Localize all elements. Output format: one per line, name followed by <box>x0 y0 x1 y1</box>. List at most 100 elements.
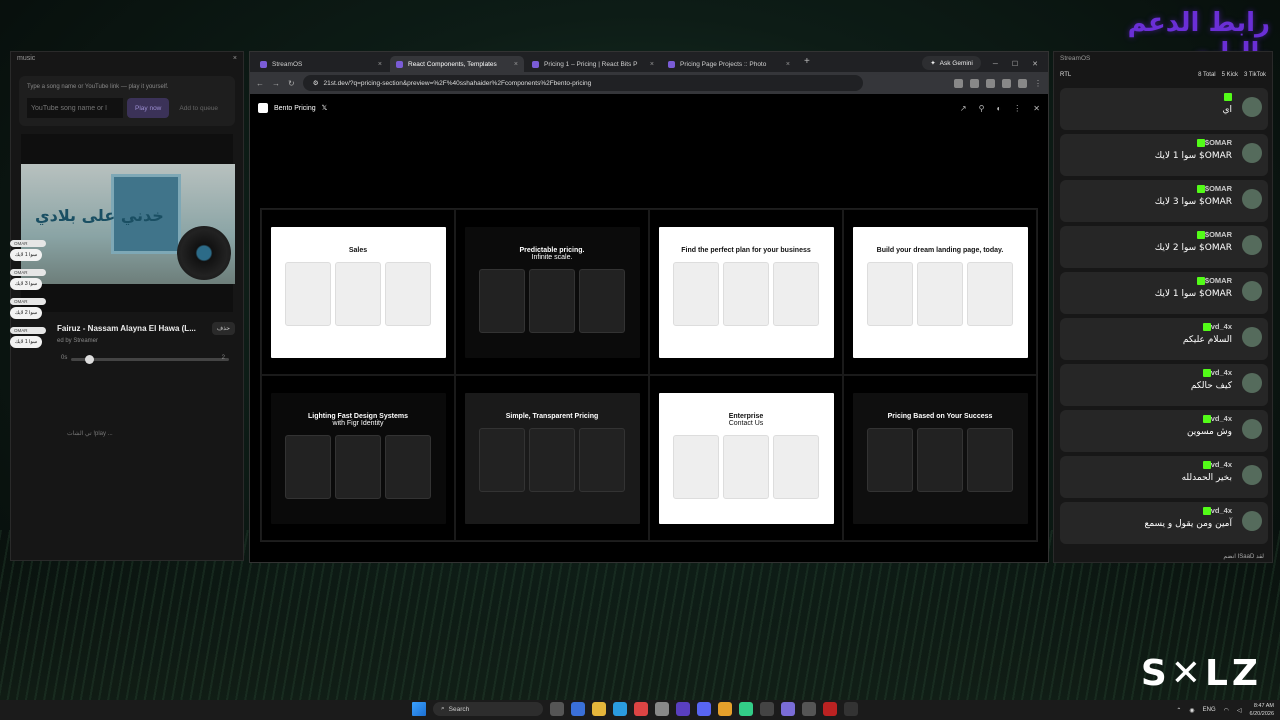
close-icon[interactable]: × <box>514 61 518 68</box>
favicon-icon <box>396 60 403 68</box>
taskbar-search[interactable]: ⌕ Search <box>433 702 543 716</box>
taskbar-app-icon[interactable] <box>802 702 816 716</box>
open-external-icon[interactable]: ↗ <box>960 104 967 113</box>
bento-cell[interactable]: Sales <box>261 209 455 375</box>
taskbar-app-icon[interactable] <box>550 702 564 716</box>
tab-pricing-react-bits[interactable]: Pricing 1 – Pricing | React Bits P × <box>526 56 660 72</box>
chat-username: OMAR$ <box>1066 184 1232 194</box>
chevron-up-icon[interactable]: ⌃ <box>1176 707 1181 714</box>
close-icon[interactable]: ✕ <box>1033 104 1040 113</box>
pricing-thumbnail[interactable]: Lighting Fast Design Systems with Figr Id… <box>270 392 446 524</box>
pricing-thumbnail[interactable]: Sales <box>270 226 446 358</box>
taskbar-app-icon[interactable] <box>823 702 837 716</box>
close-icon[interactable]: × <box>378 61 382 68</box>
pricing-thumbnail-title: Build your dream landing page, today. <box>876 246 1004 254</box>
taskbar-app-icon[interactable] <box>676 702 690 716</box>
bento-cell[interactable]: Enterprise Contact Us <box>649 375 843 541</box>
bento-cell[interactable]: Build your dream landing page, today. <box>843 209 1037 375</box>
pricing-thumbnail[interactable]: Simple, Transparent Pricing <box>464 392 640 524</box>
theme-toggle-icon[interactable]: ◐ <box>996 104 1001 113</box>
search-icon: ⌕ <box>441 705 445 712</box>
overlay-chat-text: سوا 2 لايك <box>10 307 43 319</box>
play-now-button[interactable]: Play now <box>127 98 170 118</box>
extension-icon[interactable] <box>970 78 979 88</box>
tab-bar: StreamOS × React Components, Templates ×… <box>250 52 1048 72</box>
pricing-plan-card <box>917 261 963 326</box>
wifi-icon[interactable]: ◠ <box>1224 707 1229 714</box>
bento-cell[interactable]: Lighting Fast Design Systems with Figr Id… <box>261 375 455 541</box>
track-progress-slider[interactable] <box>71 355 229 364</box>
taskbar-app-icon[interactable] <box>718 702 732 716</box>
taskbar-app-icon[interactable] <box>844 702 858 716</box>
bento-cell[interactable]: Simple, Transparent Pricing <box>455 375 649 541</box>
chrome-icon[interactable] <box>634 702 648 716</box>
chat-message: vd_4x وش مسوين <box>1060 410 1268 452</box>
close-window-icon[interactable]: ✕ <box>1032 60 1038 68</box>
forward-icon[interactable]: → <box>272 79 280 88</box>
chat-text: السلام عليكم <box>1182 335 1232 346</box>
music-panel-title: music <box>17 55 36 62</box>
menu-icon[interactable]: ⋮ <box>1034 79 1042 88</box>
add-to-queue-button[interactable]: Add to queue <box>173 98 224 118</box>
language-indicator[interactable]: ENG <box>1203 707 1216 713</box>
new-tab-button[interactable]: + <box>798 56 816 72</box>
song-search-input[interactable] <box>27 98 123 118</box>
pricing-thumbnail[interactable]: Find the perfect plan for your business <box>658 226 834 358</box>
x-icon[interactable]: 𝕏 <box>322 104 328 112</box>
more-icon[interactable]: ⋮ <box>1013 104 1021 113</box>
minimize-icon[interactable]: ─ <box>993 61 998 68</box>
pricing-plan-card <box>579 268 625 333</box>
maximize-icon[interactable]: ☐ <box>1012 60 1018 68</box>
tab-pricing-projects[interactable]: Pricing Page Projects :: Photo × <box>662 56 796 72</box>
pricing-plan-card <box>967 261 1013 326</box>
chat-message-list: اي OMAR$ OMAR$ سوا 1 لايك OMAR$ OMAR$ سوا 3 … <box>1060 88 1268 546</box>
extension-icon[interactable] <box>954 78 963 88</box>
reload-icon[interactable]: ↻ <box>288 79 295 88</box>
clock[interactable]: 8:47 AM 6/20/2026 <box>1250 702 1274 718</box>
edge-icon[interactable] <box>613 702 627 716</box>
extension-icon[interactable] <box>986 78 995 88</box>
profile-avatar[interactable] <box>1018 78 1027 88</box>
pricing-thumbnail-subtitle: with Figr Identity <box>332 419 384 427</box>
site-logo-icon[interactable] <box>258 103 268 113</box>
avatar <box>1242 235 1262 255</box>
tab-react-components[interactable]: React Components, Templates × <box>390 56 524 72</box>
kick-icon <box>1224 93 1232 102</box>
pricing-thumbnail[interactable]: Enterprise Contact Us <box>658 392 834 524</box>
taskbar-app-icon[interactable] <box>760 702 774 716</box>
taskbar-app-icon[interactable] <box>781 702 795 716</box>
delete-track-button[interactable]: حذف <box>211 322 235 335</box>
chat-username: OMAR$ <box>1066 276 1232 286</box>
close-icon[interactable]: × <box>650 61 654 68</box>
bento-cell[interactable]: Pricing Based on Your Success <box>843 375 1037 541</box>
url-input[interactable]: ⚙ 21st.dev/?q=pricing-section&preview=%2… <box>302 75 863 91</box>
volume-icon[interactable]: ◁ <box>1237 707 1242 714</box>
progress-knob[interactable] <box>85 355 94 364</box>
pricing-plan-card <box>285 434 331 499</box>
pricing-thumbnail[interactable]: Build your dream landing page, today. <box>852 226 1028 358</box>
taskbar-app-icon[interactable] <box>739 702 753 716</box>
bento-cell[interactable]: Find the perfect plan for your business <box>649 209 843 375</box>
chat-stats: RTL 8 Total 5 Kick 3 TikTok <box>1054 68 1272 82</box>
tab-streamos[interactable]: StreamOS × <box>254 56 388 72</box>
link-icon[interactable]: ⚲ <box>979 104 985 113</box>
close-icon[interactable]: × <box>786 61 790 68</box>
ask-gemini-button[interactable]: ✦ Ask Gemini <box>922 56 981 70</box>
windows-start-icon[interactable] <box>412 702 426 716</box>
avatar <box>1242 373 1262 393</box>
extension-icon[interactable] <box>1002 78 1011 88</box>
close-icon[interactable]: × <box>233 55 237 65</box>
discord-icon[interactable] <box>697 702 711 716</box>
pricing-thumbnail[interactable]: Pricing Based on Your Success <box>852 392 1028 524</box>
rtl-toggle[interactable]: RTL <box>1060 72 1071 78</box>
file-explorer-icon[interactable] <box>592 702 606 716</box>
overlay-chat-item: OMAR سوا 2 لايك <box>10 298 90 327</box>
back-icon[interactable]: ← <box>256 79 264 88</box>
github-icon[interactable] <box>655 702 669 716</box>
site-info-icon[interactable]: ⚙ <box>313 79 319 87</box>
pricing-thumbnail[interactable]: Predictable pricing. Infinite scale. <box>464 226 640 358</box>
bento-cell[interactable]: Predictable pricing. Infinite scale. <box>455 209 649 375</box>
microphone-icon[interactable]: ◉ <box>1189 707 1194 714</box>
overlay-chat-user: OMAR <box>10 269 46 276</box>
taskbar-app-icon[interactable] <box>571 702 585 716</box>
